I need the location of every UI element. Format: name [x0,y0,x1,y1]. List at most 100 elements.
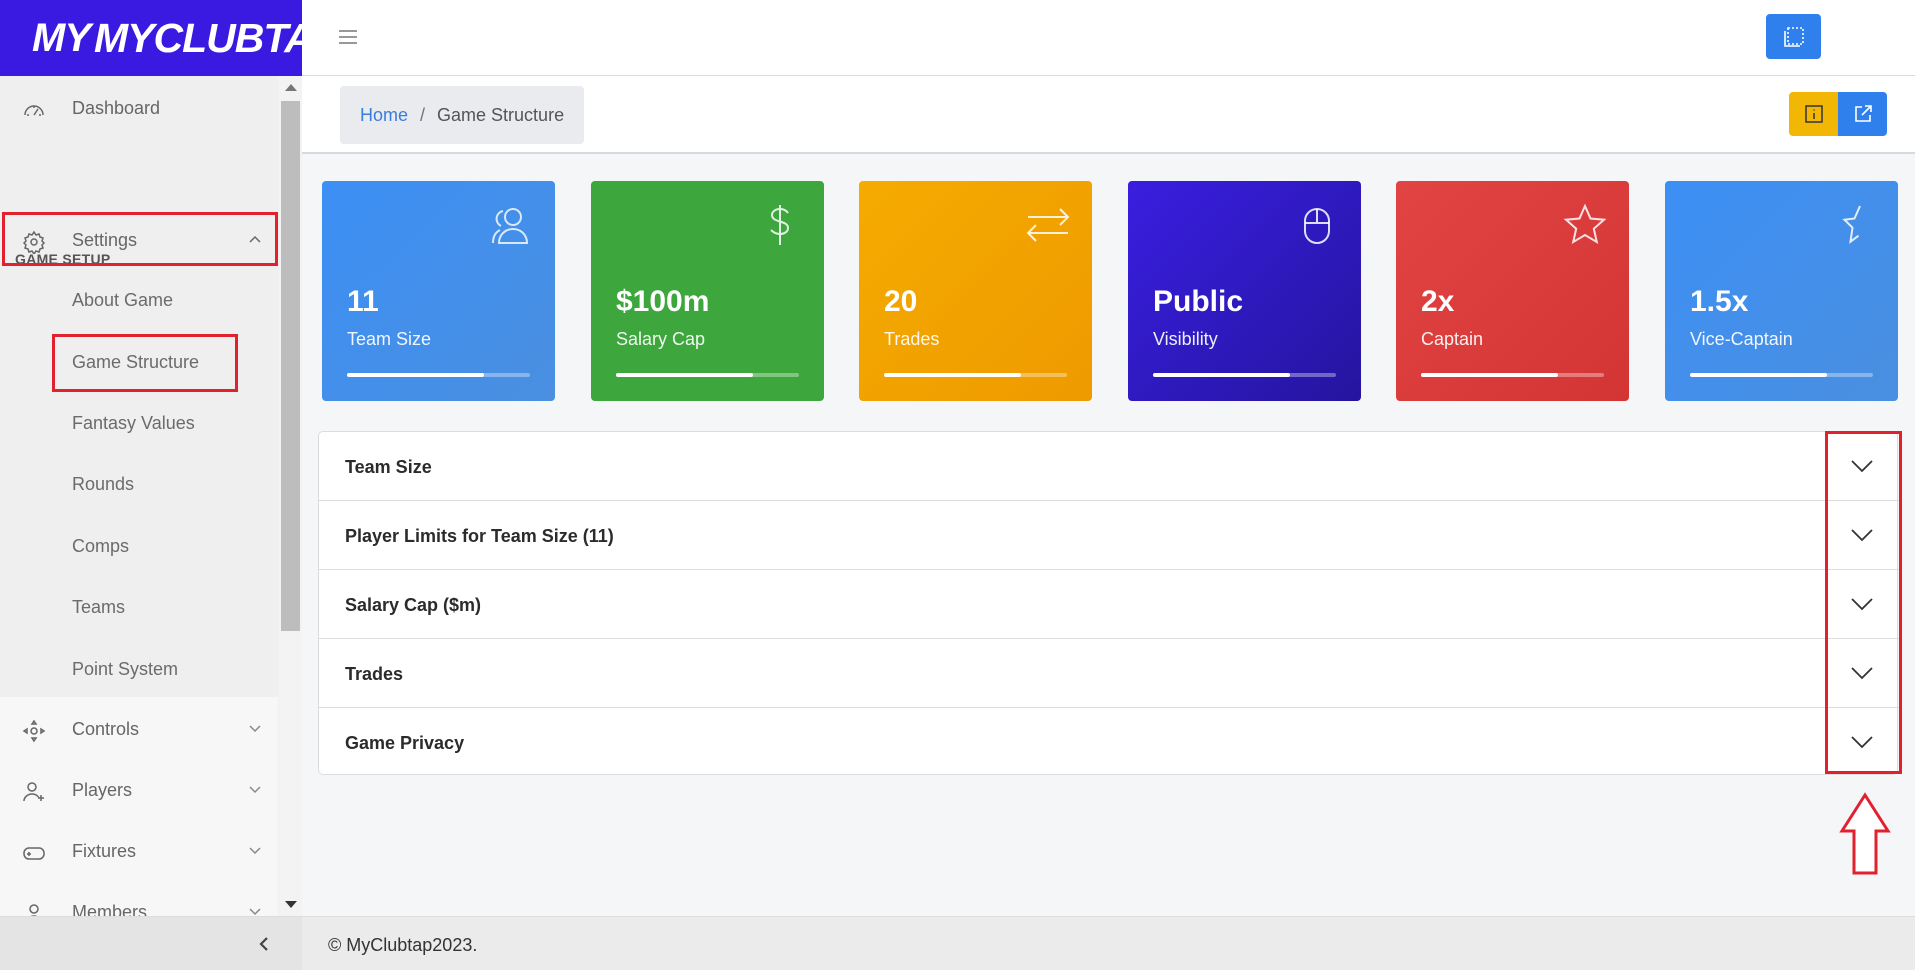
sidebar-item-members[interactable]: Members [0,884,278,916]
copyright-text: © MyClubtap2023. [328,935,478,955]
breadcrumb-current: Game Structure [437,104,565,125]
stat-progress [884,373,1067,377]
sidebar-item-label: Controls [72,718,140,739]
user-plus-icon [23,782,44,802]
stat-label: Vice-Captain [1690,329,1793,349]
sidebar-item-controls[interactable]: Controls [0,701,278,757]
breadcrumb: Home / Game Structure [340,86,585,144]
chevron-down-icon [249,908,261,916]
user-icon [29,904,39,916]
info-button[interactable] [1789,92,1838,136]
stat-progress [616,373,799,377]
sidebar-subitem-rounds[interactable]: Rounds [72,474,134,495]
chevron-down-icon [249,847,261,855]
star-icon [1563,203,1607,245]
stat-card-trades[interactable]: 20 Trades [859,181,1092,401]
speedometer-icon [24,105,44,116]
stat-card-vice-captain[interactable]: 1.5x Vice-Captain [1665,181,1898,401]
stat-label: Team Size [347,329,432,349]
stat-progress-fill [1421,373,1559,377]
highlight-accordion-chevrons [1825,431,1902,774]
scroll-thumb[interactable] [281,101,300,631]
sidebar-subitem-comps[interactable]: Comps [72,536,129,557]
stat-progress-fill [1153,373,1291,377]
stat-card-captain[interactable]: 2x Captain [1396,181,1629,401]
stat-value: Public [1153,285,1244,318]
gamepad-icon [23,847,45,860]
page-footer: © MyClubtap2023. [302,916,1915,970]
top-header [302,0,1915,76]
highlight-game-structure [52,334,238,392]
info-icon [1804,105,1823,123]
stat-value: 11 [347,285,379,318]
scroll-down-icon[interactable] [285,901,297,908]
up-arrow-annotation-icon [1839,792,1891,875]
sidebar-subitem-point-system[interactable]: Point System [72,659,178,680]
stat-value: $100m [616,285,710,318]
stat-value: 2x [1421,285,1455,318]
mouse-icon [1304,208,1330,244]
sidebar-item-label: Members [72,901,148,917]
stat-progress-fill [347,373,485,377]
sidebar-item-label: Dashboard [72,97,161,118]
stat-label: Captain [1421,329,1484,349]
accordion-title: Team Size [345,457,432,477]
chevron-left-icon[interactable] [255,935,273,953]
sidebar-item-players[interactable]: Players [0,762,278,818]
accordion-item-player-limits[interactable]: Player Limits for Team Size (11) [319,501,1899,570]
sidebar-item-label: Fixtures [72,840,137,861]
stat-progress-fill [616,373,754,377]
sidebar-subitem-fantasy-values[interactable]: Fantasy Values [72,413,195,434]
brand-mark: MY [32,15,91,60]
breadcrumb-home-link[interactable]: Home [360,105,408,126]
stat-card-team-size[interactable]: 11 Team Size [322,181,555,401]
accordion-title: Player Limits for Team Size (11) [345,526,614,546]
header-action-button[interactable] [1766,14,1821,59]
sidebar-scrollbar[interactable] [279,76,302,916]
stat-value: 1.5x [1690,285,1749,318]
highlight-settings [2,212,278,266]
users-icon [492,208,529,244]
sidebar-subitem-teams[interactable]: Teams [72,597,125,618]
stat-value: 20 [884,285,918,318]
scroll-up-icon[interactable] [285,84,297,91]
accordion-item-team-size[interactable]: Team Size [319,432,1899,501]
sidebar-nav: Dashboard GAME SETUP Settings About Game… [0,76,278,916]
hamburger-menu-icon[interactable] [338,28,358,46]
stat-card-visibility[interactable]: Public Visibility [1128,181,1361,401]
stat-progress-fill [1690,373,1828,377]
chevron-down-icon [249,725,261,733]
sidebar-subitem-about-game[interactable]: About Game [72,290,173,311]
stat-label: Visibility [1153,329,1218,349]
accordion-item-salary-cap[interactable]: Salary Cap ($m) [319,570,1899,639]
subheader: Home / Game Structure [302,76,1915,154]
half-star-icon [1842,205,1861,244]
external-link-icon [1854,105,1872,122]
accordion-title: Salary Cap ($m) [345,595,482,615]
stat-progress [347,373,530,377]
settings-accordion: Team Size Player Limits for Team Size (1… [318,431,1899,777]
sidebar-item-label: Players [72,779,133,800]
open-external-button[interactable] [1838,92,1887,136]
accordion-title: Game Privacy [345,733,465,753]
stat-progress [1690,373,1873,377]
stat-label: Salary Cap [616,329,706,349]
stat-progress-fill [884,373,1022,377]
copy-icon [1783,26,1804,47]
chevron-down-icon [249,786,261,794]
sidebar-item-dashboard[interactable]: Dashboard [0,80,278,136]
stat-card-salary-cap[interactable]: $100m Salary Cap [591,181,824,401]
brand-logo[interactable]: MY MYCLUBTAP [0,0,340,76]
sidebar-item-fixtures[interactable]: Fixtures [0,823,278,879]
stat-label: Trades [884,329,940,349]
breadcrumb-separator: / [420,104,426,125]
sidebar: MY MYCLUBTAP Dashboard GAME SETUP Settin… [0,0,340,970]
dollar-icon [770,205,790,245]
accordion-item-game-privacy[interactable]: Game Privacy [319,708,1899,777]
accordion-title: Trades [345,664,404,684]
stat-progress [1421,373,1604,377]
stat-progress [1153,373,1336,377]
page-actions [1789,92,1887,136]
swap-arrows-icon [1026,208,1070,242]
accordion-item-trades[interactable]: Trades [319,639,1899,708]
